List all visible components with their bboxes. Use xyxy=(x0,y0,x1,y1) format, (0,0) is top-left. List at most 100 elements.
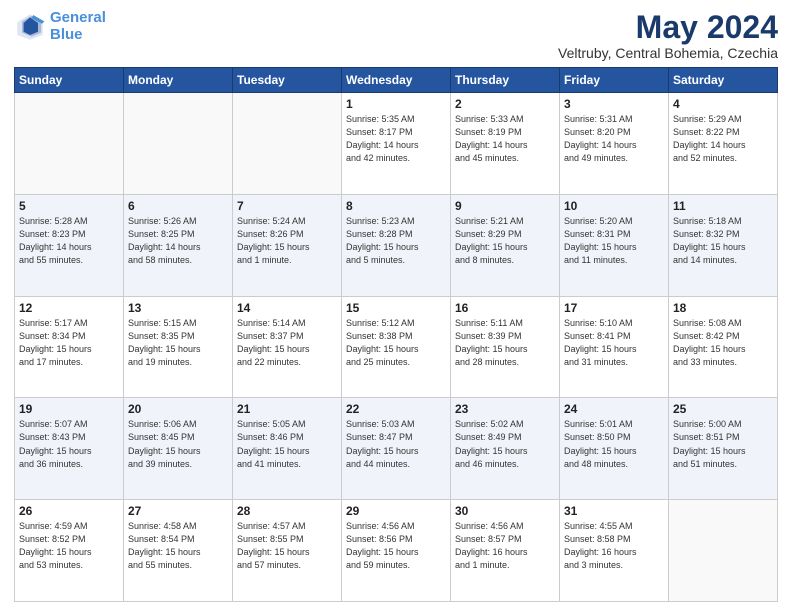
day-info: Sunrise: 5:06 AM Sunset: 8:45 PM Dayligh… xyxy=(128,418,228,470)
day-info: Sunrise: 5:01 AM Sunset: 8:50 PM Dayligh… xyxy=(564,418,664,470)
calendar-cell: 28Sunrise: 4:57 AM Sunset: 8:55 PM Dayli… xyxy=(233,500,342,602)
day-info: Sunrise: 5:31 AM Sunset: 8:20 PM Dayligh… xyxy=(564,113,664,165)
calendar-cell xyxy=(233,93,342,195)
day-number: 21 xyxy=(237,402,337,416)
calendar-cell: 20 Sunrise: 5:06 AM Sunset: 8:45 PM Dayli… xyxy=(124,398,233,500)
day-number: 2 xyxy=(455,97,555,111)
logo-icon xyxy=(14,11,46,43)
calendar-cell: 31 Sunrise: 4:55 AM Sunset: 8:58 PM Dayli… xyxy=(560,500,669,602)
calendar-cell: 24 Sunrise: 5:01 AM Sunset: 8:50 PM Dayli… xyxy=(560,398,669,500)
calendar-cell xyxy=(669,500,778,602)
calendar-cell xyxy=(15,93,124,195)
day-info: Sunrise: 4:59 AM Sunset: 8:52 PM Dayligh… xyxy=(19,520,119,572)
day-number: 29 xyxy=(346,504,446,518)
day-number: 1 xyxy=(346,97,446,111)
calendar-cell: 6 Sunrise: 5:26 AM Sunset: 8:25 PM Daylig… xyxy=(124,194,233,296)
day-number: 12 xyxy=(19,301,119,315)
day-number: 25 xyxy=(673,402,773,416)
week-row-4: 19Sunrise: 5:07 AM Sunset: 8:43 PM Dayli… xyxy=(15,398,778,500)
week-row-2: 5 Sunrise: 5:28 AM Sunset: 8:23 PM Daylig… xyxy=(15,194,778,296)
day-number: 6 xyxy=(128,199,228,213)
day-number: 19 xyxy=(19,402,119,416)
calendar-cell: 15 Sunrise: 5:12 AM Sunset: 8:38 PM Dayli… xyxy=(342,296,451,398)
subtitle: Veltruby, Central Bohemia, Czechia xyxy=(558,45,778,61)
day-info: Sunrise: 5:29 AM Sunset: 8:22 PM Dayligh… xyxy=(673,113,773,165)
calendar-cell: 3Sunrise: 5:31 AM Sunset: 8:20 PM Daylig… xyxy=(560,93,669,195)
day-info: Sunrise: 5:02 AM Sunset: 8:49 PM Dayligh… xyxy=(455,418,555,470)
week-row-1: 1 Sunrise: 5:35 AM Sunset: 8:17 PM Daylig… xyxy=(15,93,778,195)
day-number: 24 xyxy=(564,402,664,416)
calendar-header: SundayMondayTuesdayWednesdayThursdayFrid… xyxy=(15,68,778,93)
calendar-cell: 22 Sunrise: 5:03 AM Sunset: 8:47 PM Dayli… xyxy=(342,398,451,500)
day-number: 15 xyxy=(346,301,446,315)
day-info: Sunrise: 5:10 AM Sunset: 8:41 PM Dayligh… xyxy=(564,317,664,369)
calendar-cell: 10Sunrise: 5:20 AM Sunset: 8:31 PM Dayli… xyxy=(560,194,669,296)
weekday-header-wednesday: Wednesday xyxy=(342,68,451,93)
logo-text: General Blue xyxy=(50,10,106,43)
day-number: 5 xyxy=(19,199,119,213)
week-row-5: 26 Sunrise: 4:59 AM Sunset: 8:52 PM Dayli… xyxy=(15,500,778,602)
calendar-cell: 19Sunrise: 5:07 AM Sunset: 8:43 PM Dayli… xyxy=(15,398,124,500)
day-info: Sunrise: 5:15 AM Sunset: 8:35 PM Dayligh… xyxy=(128,317,228,369)
calendar-cell: 1 Sunrise: 5:35 AM Sunset: 8:17 PM Daylig… xyxy=(342,93,451,195)
day-number: 18 xyxy=(673,301,773,315)
main-title: May 2024 xyxy=(558,10,778,45)
calendar-cell: 21Sunrise: 5:05 AM Sunset: 8:46 PM Dayli… xyxy=(233,398,342,500)
weekday-row: SundayMondayTuesdayWednesdayThursdayFrid… xyxy=(15,68,778,93)
calendar-cell: 2Sunrise: 5:33 AM Sunset: 8:19 PM Daylig… xyxy=(451,93,560,195)
calendar-cell: 16 Sunrise: 5:11 AM Sunset: 8:39 PM Dayli… xyxy=(451,296,560,398)
weekday-header-saturday: Saturday xyxy=(669,68,778,93)
week-row-3: 12 Sunrise: 5:17 AM Sunset: 8:34 PM Dayli… xyxy=(15,296,778,398)
day-info: Sunrise: 5:28 AM Sunset: 8:23 PM Dayligh… xyxy=(19,215,119,267)
weekday-header-sunday: Sunday xyxy=(15,68,124,93)
calendar-cell: 11Sunrise: 5:18 AM Sunset: 8:32 PM Dayli… xyxy=(669,194,778,296)
calendar-cell: 12 Sunrise: 5:17 AM Sunset: 8:34 PM Dayli… xyxy=(15,296,124,398)
calendar-cell: 9Sunrise: 5:21 AM Sunset: 8:29 PM Daylig… xyxy=(451,194,560,296)
calendar-cell: 23 Sunrise: 5:02 AM Sunset: 8:49 PM Dayli… xyxy=(451,398,560,500)
day-number: 16 xyxy=(455,301,555,315)
day-info: Sunrise: 5:14 AM Sunset: 8:37 PM Dayligh… xyxy=(237,317,337,369)
calendar-cell: 17 Sunrise: 5:10 AM Sunset: 8:41 PM Dayli… xyxy=(560,296,669,398)
day-info: Sunrise: 4:58 AM Sunset: 8:54 PM Dayligh… xyxy=(128,520,228,572)
calendar-cell: 5 Sunrise: 5:28 AM Sunset: 8:23 PM Daylig… xyxy=(15,194,124,296)
calendar-cell xyxy=(124,93,233,195)
day-number: 23 xyxy=(455,402,555,416)
day-number: 20 xyxy=(128,402,228,416)
day-info: Sunrise: 5:08 AM Sunset: 8:42 PM Dayligh… xyxy=(673,317,773,369)
day-number: 31 xyxy=(564,504,664,518)
calendar-cell: 7Sunrise: 5:24 AM Sunset: 8:26 PM Daylig… xyxy=(233,194,342,296)
calendar-body: 1 Sunrise: 5:35 AM Sunset: 8:17 PM Daylig… xyxy=(15,93,778,602)
calendar-cell: 30Sunrise: 4:56 AM Sunset: 8:57 PM Dayli… xyxy=(451,500,560,602)
day-info: Sunrise: 5:21 AM Sunset: 8:29 PM Dayligh… xyxy=(455,215,555,267)
day-number: 28 xyxy=(237,504,337,518)
day-number: 27 xyxy=(128,504,228,518)
calendar-cell: 29 Sunrise: 4:56 AM Sunset: 8:56 PM Dayli… xyxy=(342,500,451,602)
weekday-header-thursday: Thursday xyxy=(451,68,560,93)
day-info: Sunrise: 5:11 AM Sunset: 8:39 PM Dayligh… xyxy=(455,317,555,369)
page: General Blue May 2024 Veltruby, Central … xyxy=(0,0,792,612)
day-info: Sunrise: 5:24 AM Sunset: 8:26 PM Dayligh… xyxy=(237,215,337,267)
day-info: Sunrise: 5:26 AM Sunset: 8:25 PM Dayligh… xyxy=(128,215,228,267)
day-info: Sunrise: 5:12 AM Sunset: 8:38 PM Dayligh… xyxy=(346,317,446,369)
day-info: Sunrise: 4:55 AM Sunset: 8:58 PM Dayligh… xyxy=(564,520,664,572)
calendar-cell: 8Sunrise: 5:23 AM Sunset: 8:28 PM Daylig… xyxy=(342,194,451,296)
day-info: Sunrise: 5:17 AM Sunset: 8:34 PM Dayligh… xyxy=(19,317,119,369)
day-info: Sunrise: 5:35 AM Sunset: 8:17 PM Dayligh… xyxy=(346,113,446,165)
day-info: Sunrise: 5:23 AM Sunset: 8:28 PM Dayligh… xyxy=(346,215,446,267)
day-number: 17 xyxy=(564,301,664,315)
day-number: 22 xyxy=(346,402,446,416)
day-info: Sunrise: 5:18 AM Sunset: 8:32 PM Dayligh… xyxy=(673,215,773,267)
calendar-cell: 25 Sunrise: 5:00 AM Sunset: 8:51 PM Dayli… xyxy=(669,398,778,500)
day-number: 26 xyxy=(19,504,119,518)
calendar-cell: 13 Sunrise: 5:15 AM Sunset: 8:35 PM Dayli… xyxy=(124,296,233,398)
day-number: 14 xyxy=(237,301,337,315)
day-number: 13 xyxy=(128,301,228,315)
calendar-cell: 14 Sunrise: 5:14 AM Sunset: 8:37 PM Dayli… xyxy=(233,296,342,398)
day-info: Sunrise: 4:56 AM Sunset: 8:57 PM Dayligh… xyxy=(455,520,555,572)
calendar-cell: 27 Sunrise: 4:58 AM Sunset: 8:54 PM Dayli… xyxy=(124,500,233,602)
calendar-cell: 4Sunrise: 5:29 AM Sunset: 8:22 PM Daylig… xyxy=(669,93,778,195)
day-info: Sunrise: 5:00 AM Sunset: 8:51 PM Dayligh… xyxy=(673,418,773,470)
day-info: Sunrise: 5:03 AM Sunset: 8:47 PM Dayligh… xyxy=(346,418,446,470)
day-info: Sunrise: 4:56 AM Sunset: 8:56 PM Dayligh… xyxy=(346,520,446,572)
day-number: 10 xyxy=(564,199,664,213)
